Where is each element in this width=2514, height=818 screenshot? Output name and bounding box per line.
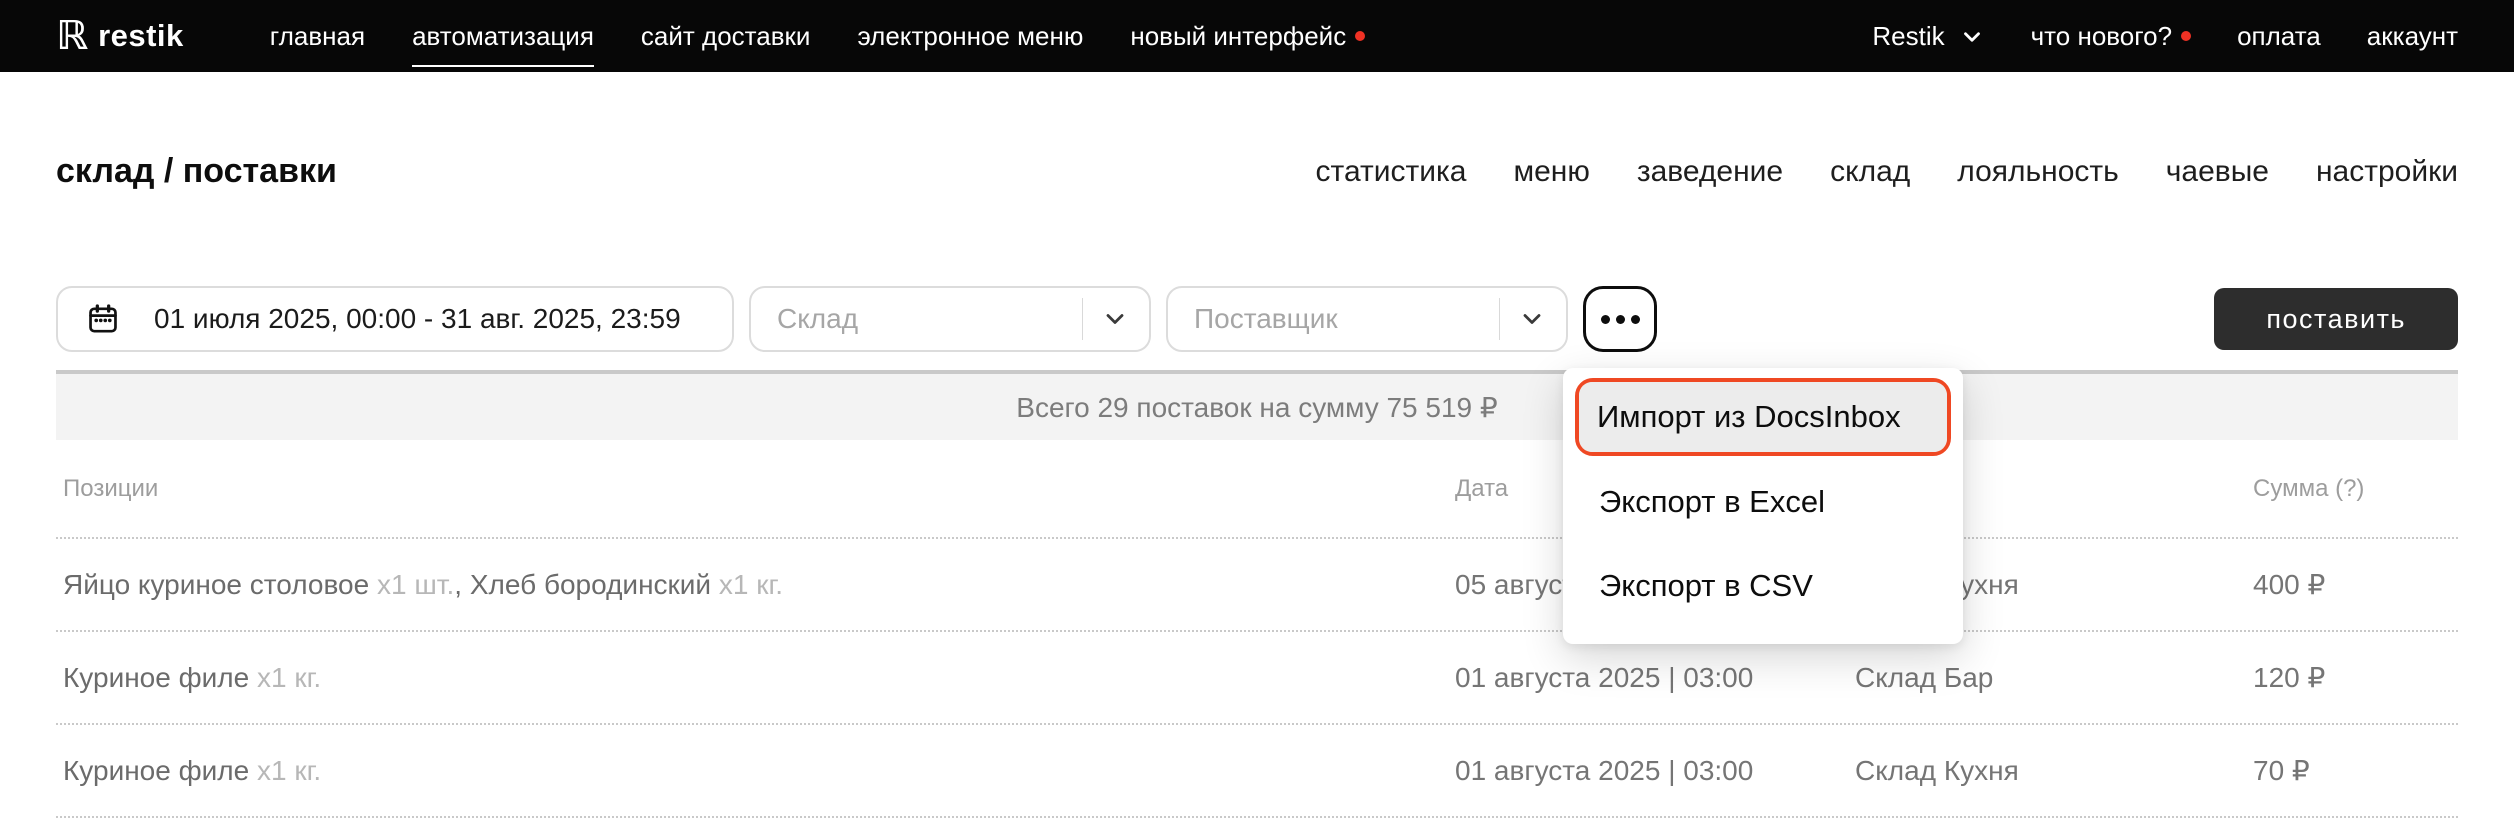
chevron-down-icon [1101, 305, 1129, 333]
cell-positions: Куриное филе х1 кг. [63, 755, 1455, 787]
ellipsis-icon [1601, 315, 1610, 324]
warehouse-select-placeholder: Склад [777, 303, 858, 335]
section-nav-чаевые[interactable]: чаевые [2166, 155, 2269, 189]
page-header: склад / поставки статистика меню заведение… [56, 152, 2458, 191]
cell-amount: 400 ₽ [2253, 568, 2458, 601]
cell-positions: Яйцо куриное столовое х1 шт., Хлеб бород… [63, 569, 1455, 601]
header-amount[interactable]: Сумма (?) [2253, 475, 2458, 503]
section-nav-склад[interactable]: склад [1830, 155, 1910, 189]
table-row-2[interactable]: Куриное филе х1 кг.01 августа 2025 | 03:… [56, 632, 2458, 725]
select-divider [1499, 298, 1500, 340]
warehouse-select[interactable]: Склад [749, 286, 1151, 352]
top-navbar: ℝ restik главная автоматизация сайт достав… [0, 0, 2514, 72]
nav-item-аккаунт[interactable]: аккаунт [2367, 21, 2458, 52]
more-actions-button[interactable] [1583, 286, 1657, 352]
date-range-value: 01 июля 2025, 00:00 - 31 авг. 2025, 23:5… [154, 303, 681, 335]
nav-item-электронное-меню[interactable]: электронное меню [857, 21, 1083, 52]
section-nav-меню[interactable]: меню [1513, 155, 1589, 189]
cell-date: 01 августа 2025 | 03:00 [1455, 662, 1855, 694]
select-divider [1082, 298, 1083, 340]
nav-item-что-нового[interactable]: что нового? [2031, 21, 2191, 52]
supplies-table: Позиции Дата Склад Сумма (?) Яйцо курино… [56, 440, 2458, 818]
chevron-down-icon [1959, 24, 1985, 50]
nav-item-restik[interactable]: Restik [1872, 21, 1984, 52]
supply-button[interactable]: поставить [2214, 288, 2458, 350]
section-nav: статистика меню заведение склад лояльность ча… [1316, 155, 2458, 189]
account-nav: Restik что нового? оплата аккаунт [1872, 21, 2458, 52]
section-nav-лояльность[interactable]: лояльность [1957, 155, 2119, 189]
nav-item-сайт-доставки[interactable]: сайт доставки [641, 21, 811, 52]
nav-item-оплата[interactable]: оплата [2237, 21, 2321, 52]
date-range-picker[interactable]: 01 июля 2025, 00:00 - 31 авг. 2025, 23:5… [56, 286, 734, 352]
restik-logo[interactable]: ℝ restik [56, 16, 184, 56]
cell-amount: 70 ₽ [2253, 754, 2458, 787]
chevron-down-icon [1518, 305, 1546, 333]
more-actions-menu: Импорт из DocsInbox Экспорт в ExcelЭкспор… [1563, 368, 1963, 644]
nav-item-автоматизация[interactable]: автоматизация [412, 21, 594, 52]
restik-logo-label: restik [98, 18, 184, 54]
cell-positions: Куриное филе х1 кг. [63, 662, 1455, 694]
highlight-ring: Импорт из DocsInbox [1575, 378, 1951, 456]
menu-item-экспорт-в-csv[interactable]: Экспорт в CSV [1575, 544, 1951, 628]
cell-amount: 120 ₽ [2253, 661, 2458, 694]
section-nav-статистика[interactable]: статистика [1316, 155, 1467, 189]
main-nav: главная автоматизация сайт доставки электро… [270, 21, 1365, 52]
summary-bar: Всего 29 поставок на сумму 75 519 ₽ [56, 370, 2458, 440]
new-badge-dot [1355, 31, 1365, 41]
supplier-select-placeholder: Поставщик [1194, 303, 1338, 335]
summary-text: Всего 29 поставок на сумму 75 519 ₽ [1016, 391, 1497, 424]
menu-item-импорт-из-docsinbox[interactable]: Импорт из DocsInbox [1579, 382, 1947, 452]
restik-logo-icon: ℝ [56, 16, 88, 56]
table-body: Яйцо куриное столовое х1 шт., Хлеб бород… [56, 539, 2458, 818]
nav-item-новый-интерфейс[interactable]: новый интерфейс [1130, 21, 1365, 52]
filters-row: 01 июля 2025, 00:00 - 31 авг. 2025, 23:5… [56, 286, 2458, 352]
section-nav-настройки[interactable]: настройки [2316, 155, 2458, 189]
section-nav-заведение[interactable]: заведение [1637, 155, 1783, 189]
calendar-icon [86, 302, 120, 336]
menu-item-экспорт-в-excel[interactable]: Экспорт в Excel [1575, 460, 1951, 544]
cell-warehouse: Склад Бар [1855, 662, 2253, 694]
cell-warehouse: Склад Кухня [1855, 755, 2253, 787]
supplier-select[interactable]: Поставщик [1166, 286, 1568, 352]
new-badge-dot [2181, 31, 2191, 41]
table-row-1[interactable]: Яйцо куриное столовое х1 шт., Хлеб бород… [56, 539, 2458, 632]
page-title: склад / поставки [56, 152, 337, 191]
table-row-3[interactable]: Куриное филе х1 кг.01 августа 2025 | 03:… [56, 725, 2458, 818]
cell-date: 01 августа 2025 | 03:00 [1455, 755, 1855, 787]
nav-item-главная[interactable]: главная [270, 21, 365, 52]
page-content: склад / поставки статистика меню заведение… [0, 152, 2514, 818]
header-positions: Позиции [63, 475, 1455, 503]
table-header-row: Позиции Дата Склад Сумма (?) [56, 440, 2458, 539]
